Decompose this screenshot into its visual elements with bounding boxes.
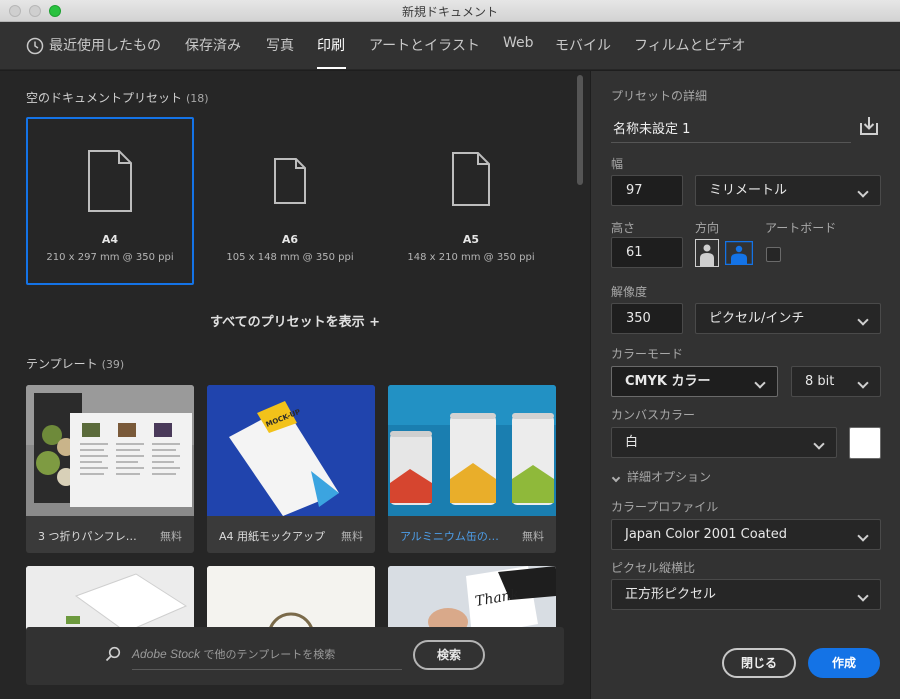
chevron-down-icon: [754, 377, 766, 389]
save-preset-icon[interactable]: [858, 115, 880, 137]
document-name-input[interactable]: 名称未設定 1: [613, 118, 690, 137]
resolution-unit-dropdown[interactable]: ピクセル/インチ: [695, 303, 881, 334]
search-input[interactable]: Adobe Stock で他のテンプレートを検索: [132, 646, 335, 662]
tab-recent[interactable]: 最近使用したもの: [49, 35, 161, 55]
preset-name: A6: [281, 233, 299, 246]
category-tabs: 最近使用したもの 保存済み 写真 印刷 アートとイラスト Web モバイル フィ…: [0, 22, 900, 70]
landscape-orientation-icon[interactable]: [725, 241, 753, 265]
active-tab-indicator: [317, 67, 346, 69]
template-title: アルミニウム缶の…: [400, 530, 499, 543]
template-card-trifold[interactable]: 3 つ折りパンフレ… 無料: [26, 385, 194, 553]
title-bar: 新規ドキュメント: [0, 0, 900, 22]
tab-art-illustration[interactable]: アートとイラスト: [369, 35, 480, 55]
chevron-down-icon: [857, 186, 869, 198]
preset-name: A4: [101, 233, 119, 246]
canvas-color-label: カンバスカラー: [611, 408, 696, 422]
orientation-label: 方向: [695, 221, 720, 235]
width-input[interactable]: 97: [611, 175, 683, 206]
chevron-down-icon: [857, 314, 869, 326]
template-price: 無料: [341, 530, 363, 543]
template-price: 無料: [160, 530, 182, 543]
document-name-underline: [611, 142, 851, 143]
create-button[interactable]: 作成: [808, 648, 880, 678]
document-icon: [88, 150, 132, 212]
color-mode-dropdown[interactable]: CMYK カラー: [611, 366, 778, 397]
document-icon: [274, 158, 306, 204]
blank-presets-heading: 空のドキュメントプリセット (18): [26, 91, 209, 105]
template-card-row2-2[interactable]: [207, 566, 375, 636]
chevron-down-icon: [857, 530, 869, 542]
resolution-input[interactable]: 350: [611, 303, 683, 334]
artboard-label: アートボード: [765, 221, 837, 235]
stock-search-bar: Adobe Stock で他のテンプレートを検索 検索: [26, 627, 564, 685]
template-title: A4 用紙モックアップ: [219, 530, 326, 543]
search-icon: [105, 646, 121, 662]
search-input-underline: [132, 669, 402, 670]
presets-scrollbar[interactable]: [577, 75, 583, 185]
chevron-down-icon: [611, 473, 621, 483]
color-profile-label: カラープロファイル: [611, 500, 719, 514]
template-card-a4-mockup[interactable]: MOCK-UP A4 用紙モックアップ 無料: [207, 385, 375, 553]
close-button[interactable]: 閉じる: [722, 648, 796, 678]
color-profile-dropdown[interactable]: Japan Color 2001 Coated: [611, 519, 881, 550]
bit-depth-dropdown[interactable]: 8 bit: [791, 366, 881, 397]
color-mode-label: カラーモード: [611, 347, 684, 361]
show-all-presets-link[interactable]: すべてのプリセットを表示 +: [0, 311, 590, 330]
preset-name: A5: [462, 233, 480, 246]
clock-icon: [26, 37, 44, 55]
window-title: 新規ドキュメント: [401, 5, 498, 19]
template-thumbnail: MOCK-UP: [207, 385, 375, 516]
preset-card-a4[interactable]: A4 210 x 297 mm @ 350 ppi: [26, 117, 194, 285]
chevron-down-icon: [813, 438, 825, 450]
template-title: 3 つ折りパンフレ…: [38, 530, 137, 543]
preset-details-panel: プリセットの詳細 名称未設定 1 幅 97 ミリメートル 高さ 方向 アートボー…: [590, 71, 900, 699]
template-thumbnail: [26, 385, 194, 516]
tab-photo[interactable]: 写真: [266, 35, 294, 55]
presets-panel: 空のドキュメントプリセット (18) A4 210 x 297 mm @ 350 …: [0, 71, 590, 699]
template-card-row2-3[interactable]: Thank: [388, 566, 556, 636]
portrait-orientation-icon[interactable]: [695, 239, 719, 267]
preset-details-heading: プリセットの詳細: [611, 89, 708, 103]
canvas-color-dropdown[interactable]: 白: [611, 427, 837, 458]
tab-saved[interactable]: 保存済み: [185, 35, 241, 55]
preset-card-a5[interactable]: A5 148 x 210 mm @ 350 ppi: [387, 117, 555, 285]
width-label: 幅: [611, 157, 624, 171]
height-input[interactable]: 61: [611, 237, 683, 268]
chevron-down-icon: [857, 590, 869, 602]
template-card-row2-1[interactable]: [26, 566, 194, 636]
chevron-down-icon: [857, 377, 869, 389]
tab-print[interactable]: 印刷: [317, 35, 345, 55]
unit-dropdown[interactable]: ミリメートル: [695, 175, 881, 206]
pixel-aspect-dropdown[interactable]: 正方形ピクセル: [611, 579, 881, 610]
preset-dimensions: 148 x 210 mm @ 350 ppi: [407, 252, 535, 263]
resolution-label: 解像度: [611, 285, 648, 299]
tab-mobile[interactable]: モバイル: [555, 35, 611, 55]
pixel-aspect-label: ピクセル縦横比: [611, 561, 696, 575]
document-icon: [452, 152, 490, 206]
template-price: 無料: [522, 530, 544, 543]
templates-heading: テンプレート (39): [26, 357, 125, 371]
preset-dimensions: 105 x 148 mm @ 350 ppi: [226, 252, 354, 263]
canvas-color-swatch[interactable]: [849, 427, 881, 459]
template-card-aluminium-can[interactable]: アルミニウム缶の… 無料: [388, 385, 556, 553]
height-label: 高さ: [611, 221, 636, 235]
preset-dimensions: 210 x 297 mm @ 350 ppi: [46, 252, 174, 263]
preset-card-a6[interactable]: A6 105 x 148 mm @ 350 ppi: [206, 117, 374, 285]
tab-film-video[interactable]: フィルムとビデオ: [634, 35, 745, 55]
template-thumbnail: [388, 385, 556, 516]
tab-web[interactable]: Web: [503, 35, 534, 51]
artboard-checkbox[interactable]: [766, 247, 781, 262]
search-button[interactable]: 検索: [413, 640, 485, 670]
